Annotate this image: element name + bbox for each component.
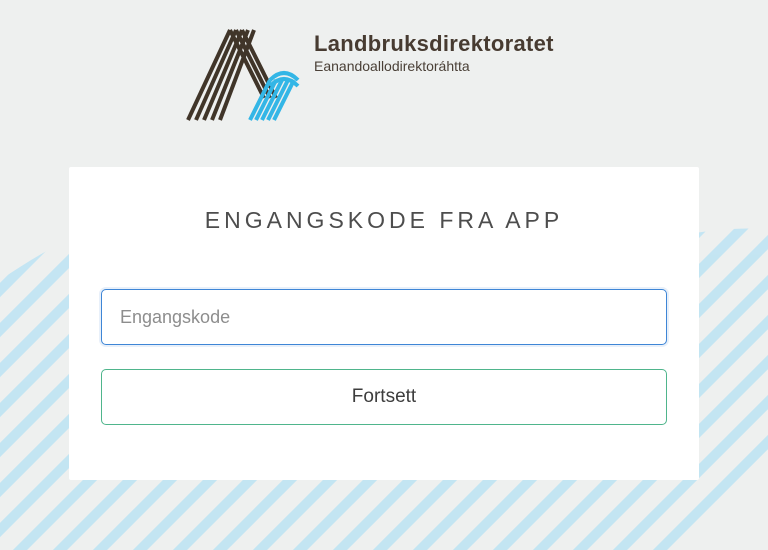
otp-input[interactable] [101, 289, 667, 345]
page-heading: ENGANGSKODE FRA APP [101, 207, 667, 234]
org-name: Landbruksdirektoratet [314, 26, 554, 56]
logo-mark-icon [180, 26, 300, 127]
org-name-sami: Eanandoallodirektoráhtta [314, 58, 554, 74]
header-logo-block: Landbruksdirektoratet Eanandoallodirekto… [0, 0, 768, 127]
continue-button[interactable]: Fortsett [101, 369, 667, 425]
otp-card: ENGANGSKODE FRA APP Fortsett [69, 167, 699, 480]
